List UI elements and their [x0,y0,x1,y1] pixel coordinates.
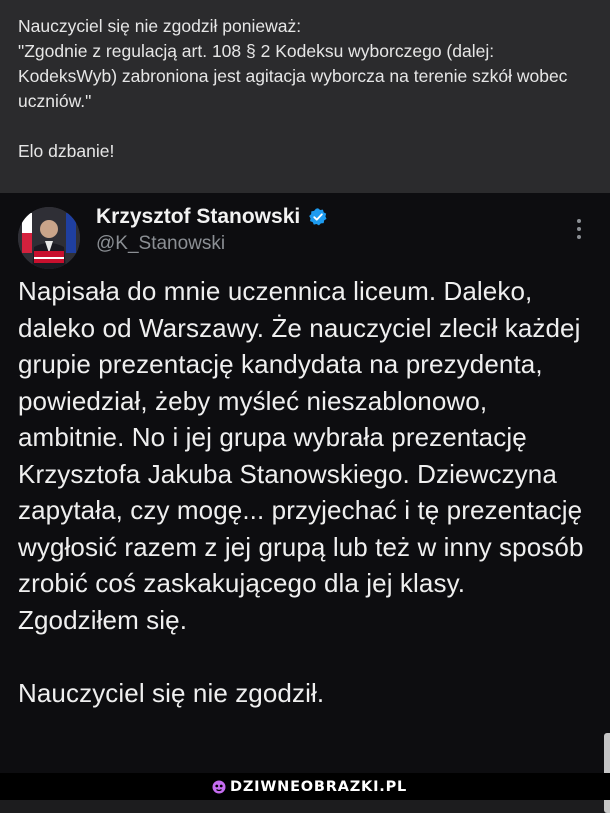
verified-badge-icon [309,208,327,226]
author-name-text[interactable]: Krzysztof Stanowski [96,205,300,229]
quoted-comment: Nauczyciel się nie zgodził ponieważ: "Zg… [0,0,610,193]
watermark-text: DZIWNEOBRAZKI.PL [230,779,408,795]
tweet-card[interactable]: Krzysztof Stanowski @K_Stanowski Napisał… [0,193,610,813]
author-name[interactable]: Krzysztof Stanowski [96,205,328,229]
comment-text: Nauczyciel się nie zgodził ponieważ: "Zg… [18,16,568,161]
author-avatar[interactable] [18,207,80,269]
watermark-logo-icon [212,780,226,794]
author-handle[interactable]: @K_Stanowski [96,233,225,255]
site-watermark: DZIWNEOBRAZKI.PL [212,777,407,797]
more-options-icon[interactable] [574,219,584,243]
avatar-image [18,207,80,269]
tweet-text: Napisała do mnie uczennica liceum. Dalek… [18,276,584,708]
